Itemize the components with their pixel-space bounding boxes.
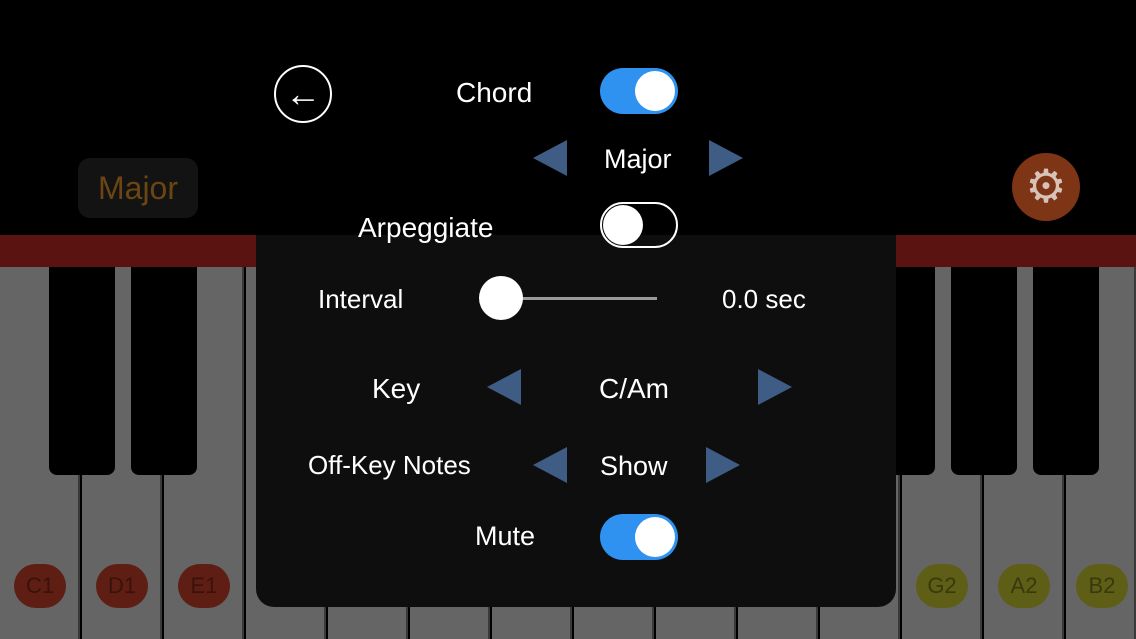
- off-key-prev-arrow-icon[interactable]: [533, 447, 567, 483]
- off-key-notes-label: Off-Key Notes: [308, 450, 471, 480]
- note-label: C1: [14, 564, 66, 608]
- interval-slider-thumb[interactable]: [479, 276, 523, 320]
- interval-label: Interval: [318, 284, 404, 314]
- chord-chip[interactable]: Major: [78, 158, 198, 218]
- gear-icon[interactable]: ⚙: [1012, 153, 1080, 221]
- black-key[interactable]: [49, 267, 115, 475]
- note-label: G2: [916, 564, 968, 608]
- chord-type-next-arrow-icon[interactable]: [709, 140, 743, 176]
- interval-slider-track[interactable]: [500, 297, 657, 300]
- note-label: D1: [96, 564, 148, 608]
- arpeggiate-toggle[interactable]: [600, 202, 678, 248]
- mute-toggle[interactable]: [600, 514, 678, 560]
- note-label: A2: [998, 564, 1050, 608]
- key-next-arrow-icon[interactable]: [758, 369, 792, 405]
- toggle-knob: [635, 517, 675, 557]
- black-key[interactable]: [951, 267, 1017, 475]
- mute-label: Mute: [475, 521, 536, 551]
- toggle-knob: [635, 71, 675, 111]
- chord-type-value: Major: [604, 144, 672, 174]
- key-label: Key: [372, 373, 421, 404]
- arpeggiate-label: Arpeggiate: [358, 212, 494, 243]
- note-label: E1: [178, 564, 230, 608]
- back-button[interactable]: ←: [274, 65, 332, 123]
- arrow-left-icon: ←: [285, 73, 321, 114]
- chord-label: Chord: [456, 77, 533, 108]
- interval-value: 0.0 sec: [722, 284, 806, 314]
- key-prev-arrow-icon[interactable]: [487, 369, 521, 405]
- chord-toggle[interactable]: [600, 68, 678, 114]
- note-label: B2: [1076, 564, 1128, 608]
- toggle-knob: [603, 205, 643, 245]
- black-key[interactable]: [131, 267, 197, 475]
- off-key-next-arrow-icon[interactable]: [706, 447, 740, 483]
- black-key[interactable]: [1033, 267, 1099, 475]
- chord-type-prev-arrow-icon[interactable]: [533, 140, 567, 176]
- off-key-notes-value: Show: [600, 451, 668, 481]
- key-value: C/Am: [599, 373, 669, 404]
